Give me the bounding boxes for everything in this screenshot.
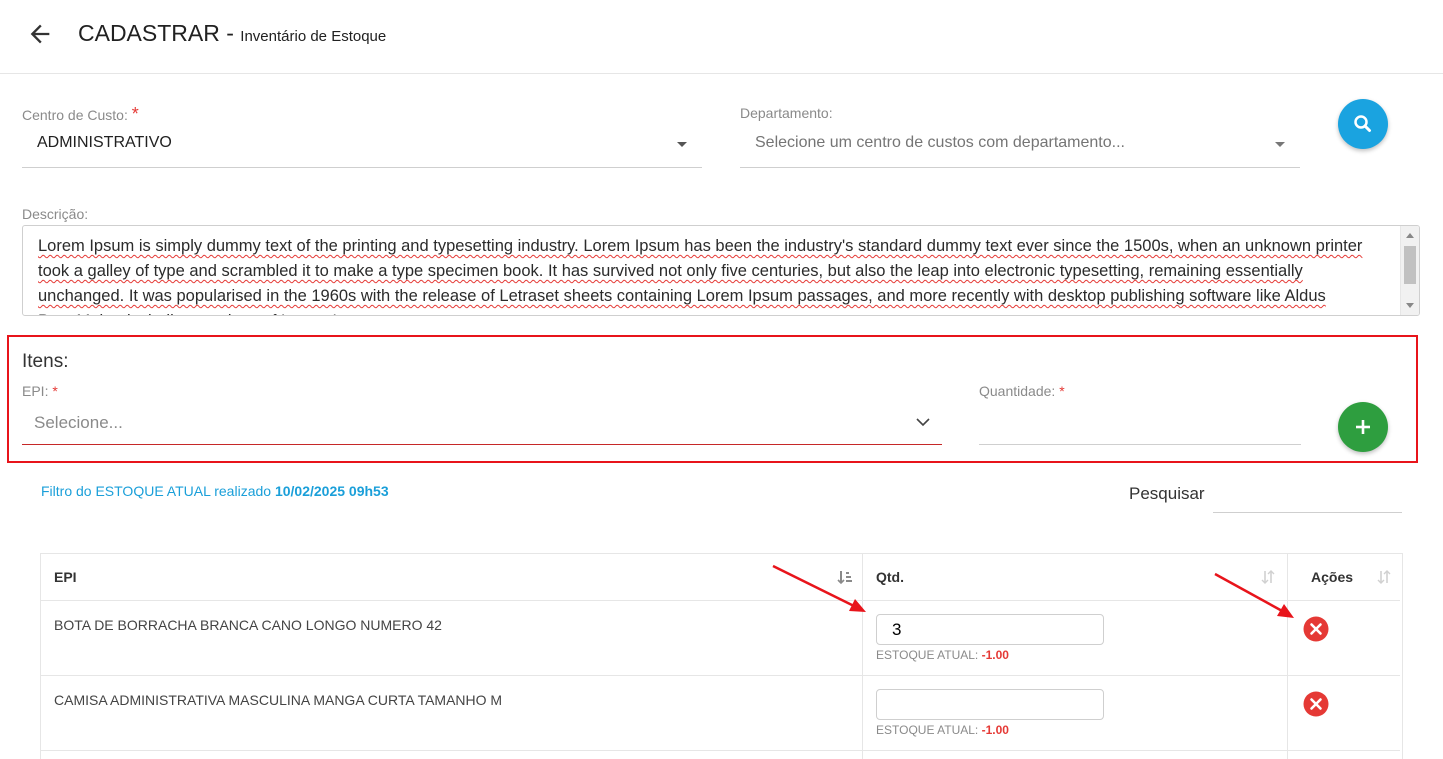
caret-down-icon xyxy=(677,142,687,147)
descricao-scrollbar[interactable] xyxy=(1400,226,1419,315)
row-qty-input[interactable] xyxy=(876,689,1104,720)
sort-icon xyxy=(1261,570,1275,584)
row-qty-input[interactable] xyxy=(876,614,1104,645)
search-icon xyxy=(1354,115,1371,132)
caret-down-icon xyxy=(1275,142,1285,147)
row-stock-info: ESTOQUE ATUAL: -1.00 xyxy=(876,648,1009,662)
delete-row-button[interactable] xyxy=(1303,691,1329,717)
departamento-select[interactable]: Selecione um centro de custos com depart… xyxy=(740,124,1300,168)
search-label: Pesquisar xyxy=(1129,484,1205,503)
epi-select[interactable]: Selecione... xyxy=(22,402,942,445)
column-header-epi[interactable]: EPI xyxy=(41,554,863,601)
items-table: EPI Qtd. Ações BOTA DE BORRACHA BRANCA C… xyxy=(40,553,1403,759)
centro-custo-value: ADMINISTRATIVO xyxy=(37,134,172,151)
departamento-label: Departamento: xyxy=(740,105,833,121)
page-subtitle: Inventário de Estoque xyxy=(240,28,387,45)
column-header-qtd[interactable]: Qtd. xyxy=(863,554,1288,601)
row-epi-name: CAMISA ADMINISTRATIVA MASCULINA MANGA CU… xyxy=(54,692,503,708)
table-row: BOTA DE BORRACHA BRANCA CANO LONGO NUMER… xyxy=(41,601,1400,676)
centro-custo-label: Centro de Custo: * xyxy=(22,104,139,124)
descricao-label: Descrição: xyxy=(22,206,89,222)
filter-datetime: 10/02/2025 09h53 xyxy=(274,483,389,499)
epi-label: EPI: * xyxy=(22,383,58,399)
scroll-up-icon[interactable] xyxy=(1406,233,1414,238)
itens-heading: Itens: xyxy=(22,351,69,372)
page-header: CADASTRAR - Inventário de Estoque xyxy=(0,0,1443,74)
sort-active-icon xyxy=(837,571,852,585)
row-epi-name: BOTA DE BORRACHA BRANCA CANO LONGO NUMER… xyxy=(54,617,442,633)
row-stock-info: ESTOQUE ATUAL: -1.00 xyxy=(876,723,1009,737)
search-button[interactable] xyxy=(1338,99,1388,149)
column-header-acoes[interactable]: Ações xyxy=(1288,554,1400,601)
close-circle-icon xyxy=(1303,616,1329,642)
quantidade-input[interactable] xyxy=(979,402,1301,445)
page-title: CADASTRAR - Inventário de Estoque xyxy=(78,20,387,46)
arrow-left-icon xyxy=(30,24,50,44)
back-button[interactable] xyxy=(26,20,54,48)
sort-icon xyxy=(1377,570,1391,584)
scroll-down-icon[interactable] xyxy=(1406,303,1414,308)
scroll-thumb[interactable] xyxy=(1404,246,1416,284)
search-input[interactable] xyxy=(1213,478,1402,513)
descricao-text: Lorem Ipsum is simply dummy text of the … xyxy=(38,237,1363,315)
quantidade-label: Quantidade: * xyxy=(979,383,1065,399)
descricao-textarea[interactable]: Lorem Ipsum is simply dummy text of the … xyxy=(22,225,1420,316)
centro-custo-select[interactable]: ADMINISTRATIVO xyxy=(22,124,702,168)
add-item-button[interactable] xyxy=(1338,402,1388,452)
filter-info: Filtro do ESTOQUE ATUAL realizado 10/02/… xyxy=(41,483,389,499)
plus-icon xyxy=(1356,420,1370,434)
table-row: CAMISA ADMINISTRATIVA MASCULINA MANGA CU… xyxy=(41,676,1400,751)
epi-placeholder: Selecione... xyxy=(34,413,123,432)
close-circle-icon xyxy=(1303,691,1329,717)
departamento-placeholder: Selecione um centro de custos com depart… xyxy=(755,134,1125,151)
delete-row-button[interactable] xyxy=(1303,616,1329,642)
chevron-down-icon xyxy=(916,418,930,427)
